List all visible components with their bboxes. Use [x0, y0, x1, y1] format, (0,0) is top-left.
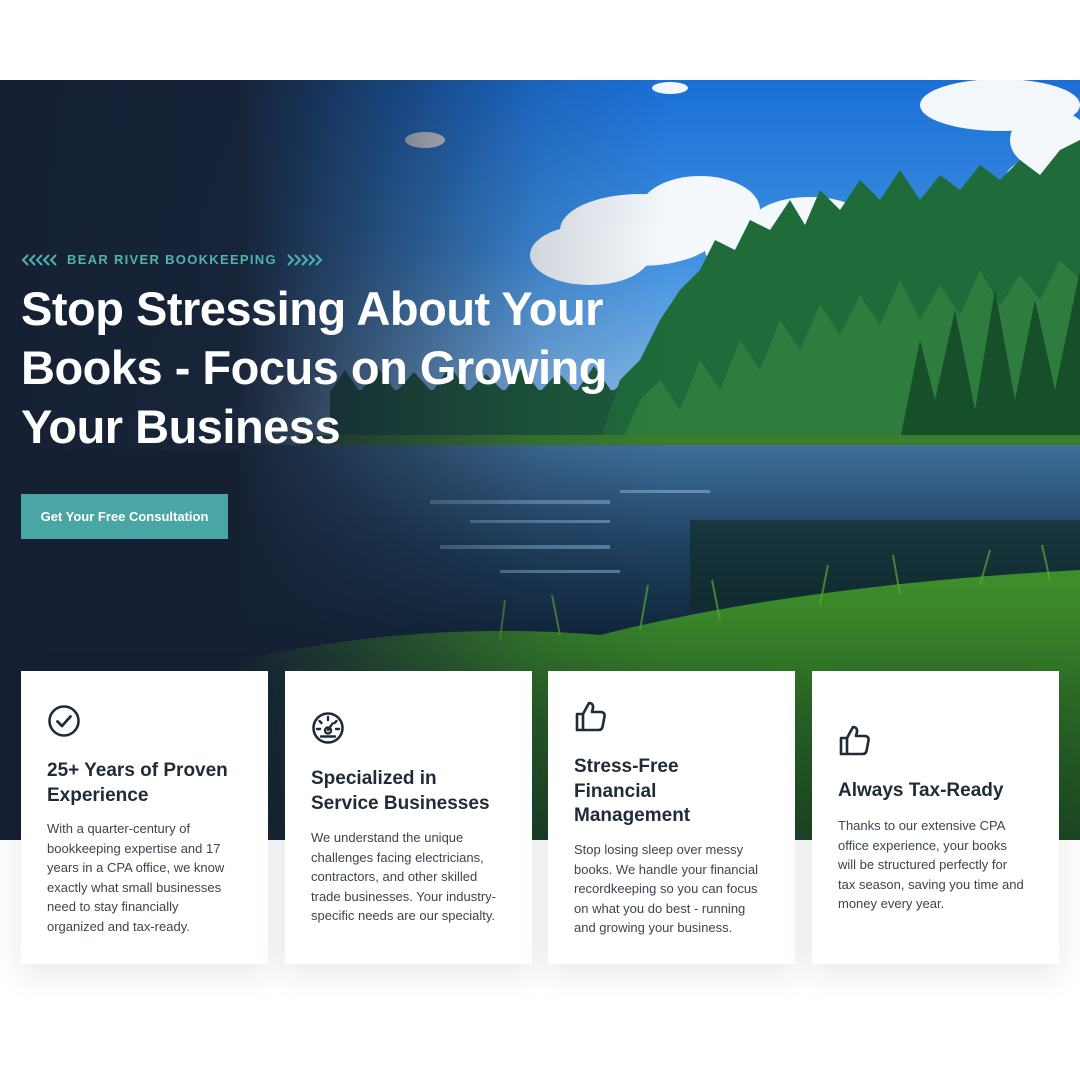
feature-text-line: books. We handle your financial	[574, 861, 759, 877]
headline-line: Books - Focus on Growing	[21, 341, 607, 394]
feature-text-line: years in a CPA office, we know	[47, 860, 225, 876]
feature-description: Thanks to our extensive CPA office exper…	[838, 816, 1039, 914]
brand-name: BEAR RIVER BOOKKEEPING	[67, 252, 277, 267]
feature-title-line: 25+ Years of Proven	[47, 760, 228, 781]
feature-text-line: money every year.	[838, 896, 945, 912]
feature-card-stress-free: Stress-Free Financial Management Stop lo…	[548, 671, 795, 964]
hero-content: BEAR RIVER BOOKKEEPING Stop Stressing Ab…	[21, 252, 661, 539]
feature-text-line: bookkeeping expertise and 17	[47, 840, 221, 856]
feature-text-line: on what you do best - running	[574, 900, 746, 916]
feature-text-line: exactly what small businesses	[47, 879, 222, 895]
feature-title-line: Experience	[47, 784, 149, 806]
feature-text-line: Thanks to our extensive CPA	[838, 818, 1006, 833]
feature-title-line: Specialized in	[311, 768, 437, 789]
feature-description: With a quarter-century of bookkeeping ex…	[47, 819, 248, 937]
feature-text-line: contractors, and other skilled	[311, 869, 478, 885]
feature-text-line: recordkeeping so you can focus	[574, 881, 758, 897]
feature-text-line: We understand the unique	[311, 830, 464, 845]
feature-description: We understand the unique challenges faci…	[311, 828, 512, 926]
feature-text-line: organized and tax-ready.	[47, 918, 190, 934]
features-section: 25+ Years of Proven Experience With a qu…	[21, 671, 1061, 964]
feature-title-line: Financial	[574, 780, 657, 802]
feature-title: Always Tax-Ready	[838, 779, 1041, 804]
chevron-left-icon	[21, 253, 59, 266]
feature-title: 25+ Years of Proven Experience	[47, 759, 250, 808]
feature-title: Specialized in Service Businesses	[311, 767, 514, 816]
feature-text-line: challenges facing electricians,	[311, 849, 484, 865]
thumbs-up-icon	[838, 723, 872, 762]
feature-text-line: need to stay financially	[47, 899, 179, 915]
feature-card-specialized: Specialized in Service Businesses We und…	[285, 671, 532, 964]
gauge-icon	[311, 711, 345, 750]
brand-eyebrow: BEAR RIVER BOOKKEEPING	[21, 252, 661, 267]
feature-text-line: and growing your business.	[574, 920, 733, 936]
feature-text-line: will be structured perfectly for	[838, 857, 1008, 873]
feature-text-line: With a quarter-century of	[47, 821, 191, 836]
free-consultation-button[interactable]: Get Your Free Consultation	[21, 494, 228, 539]
feature-description: Stop losing sleep over messy books. We h…	[574, 840, 775, 938]
feature-card-experience: 25+ Years of Proven Experience With a qu…	[21, 671, 268, 964]
feature-card-tax-ready: Always Tax-Ready Thanks to our extensive…	[812, 671, 1059, 964]
feature-text-line: trade businesses. Your industry-	[311, 888, 496, 904]
feature-title-line: Service Businesses	[311, 792, 490, 814]
feature-title: Stress-Free Financial Management	[574, 755, 777, 829]
check-circle-icon	[47, 704, 81, 743]
thumbs-up-icon	[574, 699, 608, 738]
headline-line: Your Business	[21, 400, 341, 453]
feature-title-line: Stress-Free	[574, 756, 679, 777]
feature-title-line: Management	[574, 805, 691, 826]
feature-text-line: specific needs are our specialty.	[311, 908, 496, 924]
page: BEAR RIVER BOOKKEEPING Stop Stressing Ab…	[0, 0, 1080, 1080]
feature-title-line: Always Tax-Ready	[838, 780, 1004, 801]
chevron-right-icon	[285, 253, 323, 266]
feature-text-line: Stop losing sleep over messy	[574, 842, 744, 857]
hero-headline: Stop Stressing About Your Books - Focus …	[21, 279, 661, 456]
headline-line: Stop Stressing About Your	[21, 282, 603, 335]
feature-text-line: office experience, your books	[838, 837, 1007, 853]
feature-text-line: tax season, saving you time and	[838, 876, 1024, 892]
